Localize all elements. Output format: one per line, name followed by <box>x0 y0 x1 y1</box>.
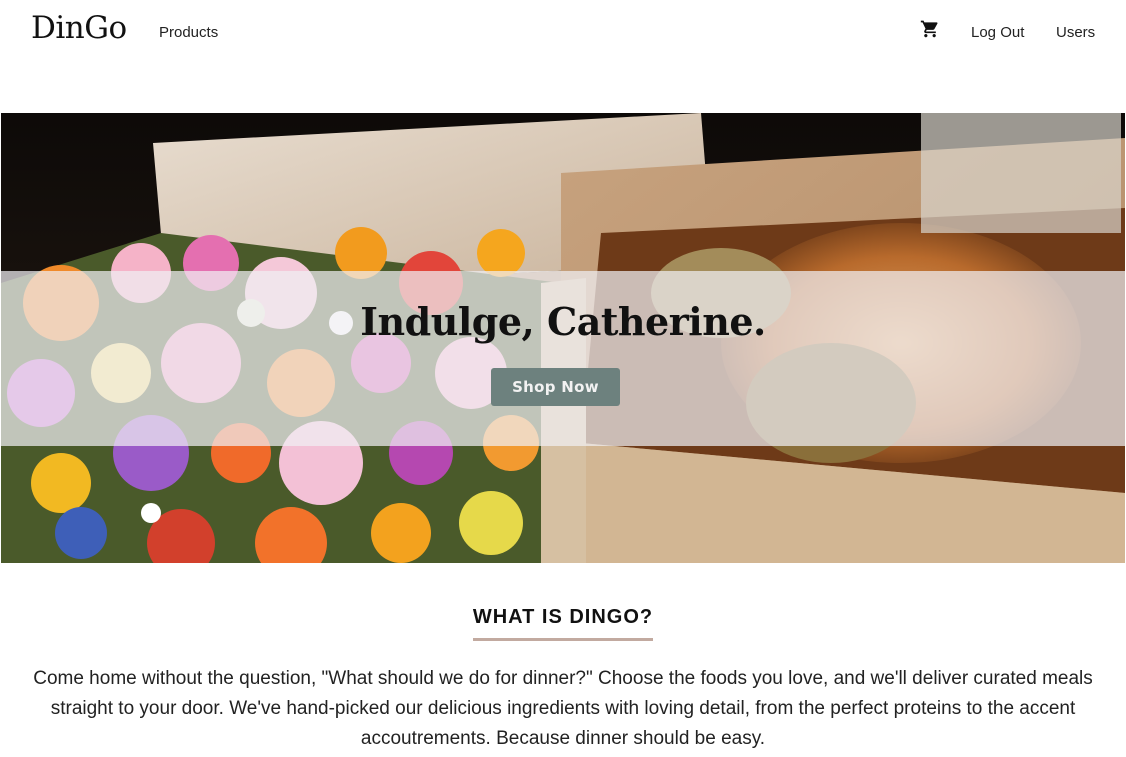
nav-link-products[interactable]: Products <box>159 24 218 41</box>
nav-link-logout[interactable]: Log Out <box>971 24 1024 41</box>
about-description: Come home without the question, "What sh… <box>33 668 1093 749</box>
brand-logo[interactable]: DinGo <box>31 10 127 46</box>
shop-now-button[interactable]: Shop Now <box>491 368 620 406</box>
hero-banner: Indulge, Catherine. Shop Now <box>1 113 1125 563</box>
top-navbar: DinGo Products Log Out Users <box>0 0 1126 66</box>
nav-link-users[interactable]: Users <box>1056 24 1095 41</box>
shopping-cart-icon[interactable] <box>920 19 940 39</box>
about-section-heading: WHAT IS DINGO? <box>0 602 1126 641</box>
hero-title: Indulge, Catherine. <box>360 299 766 344</box>
about-heading-text: WHAT IS DINGO? <box>472 606 654 641</box>
hero-overlay-band <box>1 271 1125 446</box>
